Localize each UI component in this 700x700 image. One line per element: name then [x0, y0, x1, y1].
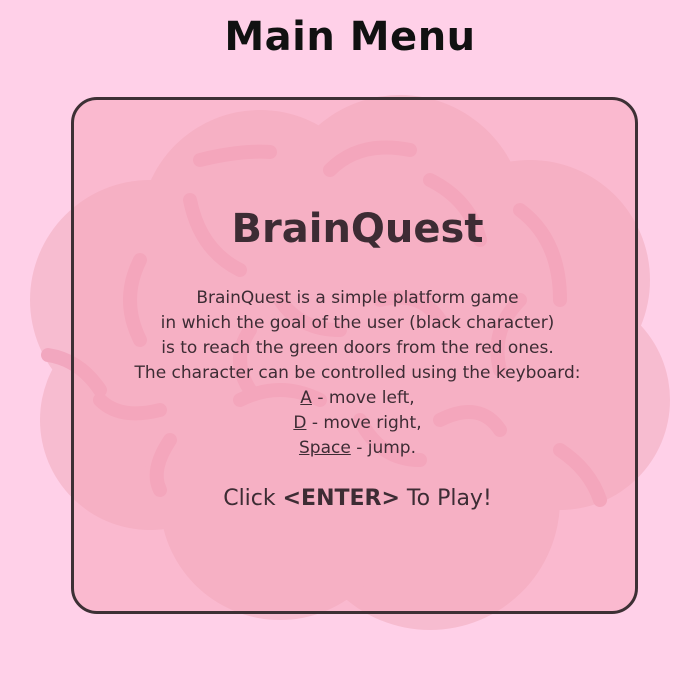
play-prompt-prefix: Click: [223, 486, 283, 511]
page-title: Main Menu: [224, 14, 476, 60]
key-space: Space: [298, 438, 351, 458]
game-title: BrainQuest: [231, 206, 484, 252]
control-action-jump: - jump.: [350, 438, 416, 458]
control-move-right: D - move right,: [74, 411, 641, 436]
play-prompt[interactable]: Click <ENTER> To Play!: [74, 486, 641, 511]
play-prompt-suffix: To Play!: [399, 486, 492, 511]
game-description: BrainQuest is a simple platform game in …: [74, 286, 641, 461]
enter-key-label: <ENTER>: [282, 486, 400, 511]
control-move-left: A - move left,: [74, 386, 641, 411]
control-action-left: - move left,: [311, 388, 415, 408]
main-menu-screen: Main Menu BrainQuest BrainQuest is a sim…: [0, 0, 700, 700]
control-jump: Space - jump.: [74, 436, 641, 461]
key-d: D: [293, 413, 307, 433]
description-line: The character can be controlled using th…: [134, 363, 581, 383]
menu-panel: BrainQuest BrainQuest is a simple platfo…: [71, 97, 638, 614]
description-line: is to reach the green doors from the red…: [161, 338, 554, 358]
control-action-right: - move right,: [306, 413, 422, 433]
description-line: in which the goal of the user (black cha…: [160, 313, 555, 333]
description-line: BrainQuest is a simple platform game: [196, 288, 519, 308]
key-a: A: [300, 388, 312, 408]
